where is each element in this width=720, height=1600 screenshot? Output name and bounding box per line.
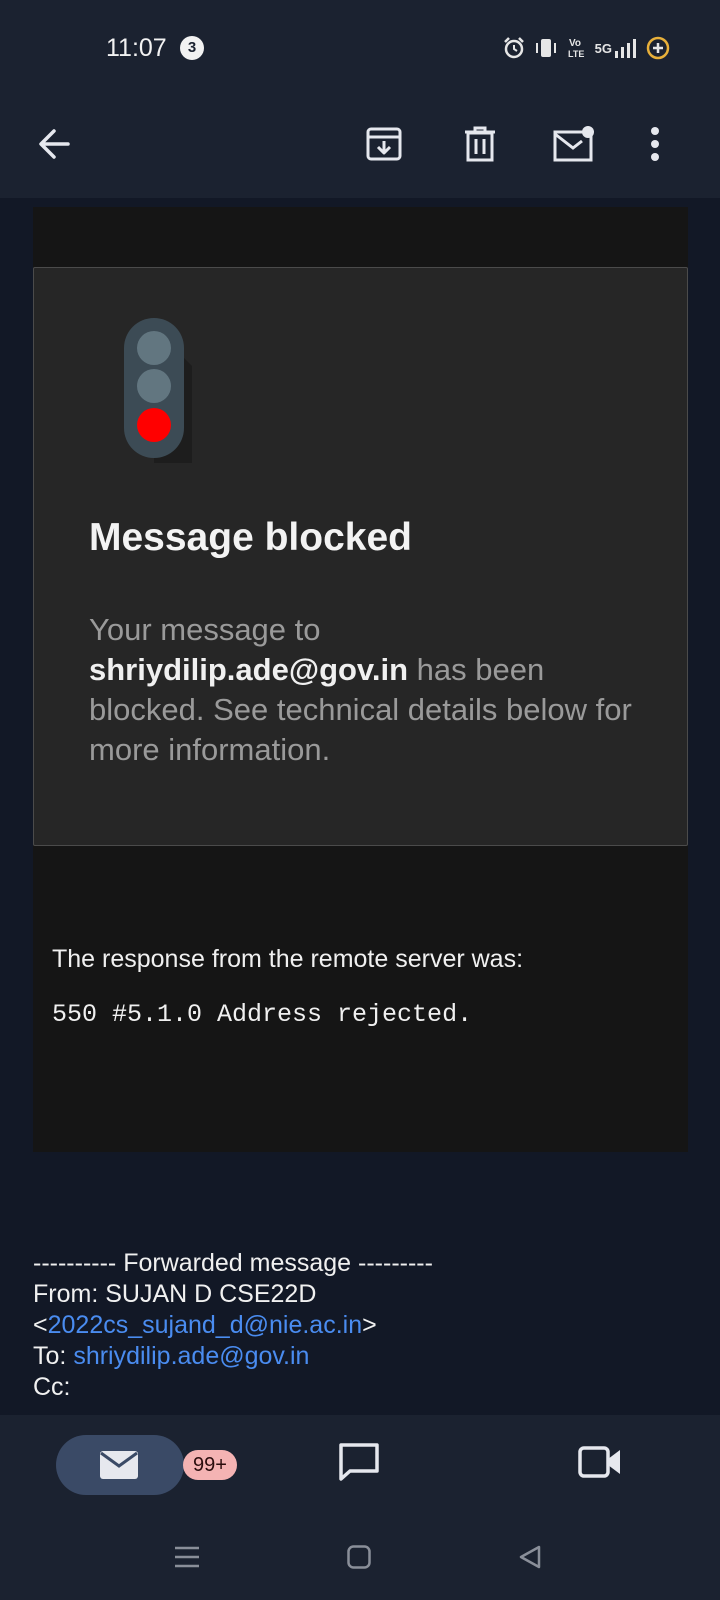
mail-unread-badge: 99+ bbox=[183, 1450, 237, 1480]
mail-icon bbox=[100, 1451, 138, 1479]
from-email-link[interactable]: 2022cs_sujand_d@nie.ac.in bbox=[48, 1311, 363, 1339]
home-icon[interactable] bbox=[347, 1545, 371, 1569]
volte-icon: Vo LTE bbox=[568, 38, 584, 59]
nav-chat-tab[interactable] bbox=[338, 1442, 380, 1487]
status-bar: 11:07 3 Vo LTE 5G bbox=[0, 0, 720, 90]
status-icons: Vo LTE 5G bbox=[503, 33, 670, 63]
blocked-recipient: shriydilip.ade@gov.in bbox=[89, 652, 409, 687]
to-label: To: bbox=[33, 1342, 67, 1370]
forwarded-to: To: shriydilip.ade@gov.in bbox=[33, 1341, 433, 1372]
mark-unread-button[interactable] bbox=[544, 114, 604, 174]
back-button[interactable] bbox=[24, 114, 84, 174]
clock: 11:07 bbox=[106, 34, 167, 62]
video-camera-icon bbox=[578, 1446, 620, 1478]
svg-text:LTE: LTE bbox=[568, 49, 584, 59]
back-arrow-icon bbox=[39, 129, 70, 159]
network-5g-label: 5G bbox=[594, 40, 612, 56]
forwarded-from: From: SUJAN D CSE22D bbox=[33, 1280, 317, 1308]
nav-mail-tab[interactable]: 99+ bbox=[56, 1435, 237, 1495]
forwarded-cc: Cc: bbox=[33, 1373, 71, 1401]
svg-text:Vo: Vo bbox=[569, 38, 581, 49]
trash-icon bbox=[465, 126, 495, 162]
forwarded-message-header: ---------- Forwarded message --------- F… bbox=[33, 1248, 433, 1403]
archive-button[interactable] bbox=[354, 114, 414, 174]
forwarded-separator: ---------- Forwarded message --------- bbox=[33, 1249, 433, 1277]
server-response-code: 550 #5.1.0 Address rejected. bbox=[52, 1000, 473, 1029]
blocked-notice-card: Message blocked Your message to shriydil… bbox=[33, 267, 688, 846]
signal-icon bbox=[615, 39, 636, 58]
nav-meet-tab[interactable] bbox=[578, 1445, 622, 1484]
vibrate-icon bbox=[535, 39, 556, 57]
more-vert-icon bbox=[651, 127, 659, 161]
more-options-button[interactable] bbox=[625, 114, 685, 174]
bottom-navigation: 99+ bbox=[0, 1415, 720, 1600]
top-app-bar bbox=[0, 90, 720, 198]
battery-saver-icon bbox=[646, 36, 670, 60]
chat-icon bbox=[339, 1443, 379, 1481]
alarm-icon bbox=[503, 37, 524, 59]
blocked-title: Message blocked bbox=[89, 516, 412, 559]
recent-apps-icon[interactable] bbox=[175, 1545, 199, 1569]
notification-count-badge: 3 bbox=[180, 36, 204, 60]
blocked-intro-text: Your message to bbox=[89, 612, 321, 647]
delete-button[interactable] bbox=[450, 114, 510, 174]
traffic-light-icon bbox=[124, 318, 192, 463]
forwarded-from-email-line: <2022cs_sujand_d@nie.ac.in> bbox=[33, 1311, 377, 1339]
blocked-description: Your message to shriydilip.ade@gov.in ha… bbox=[89, 610, 649, 770]
server-response-label: The response from the remote server was: bbox=[52, 945, 524, 973]
mark-unread-icon bbox=[553, 126, 594, 162]
archive-icon bbox=[366, 127, 402, 161]
to-email-link[interactable]: shriydilip.ade@gov.in bbox=[73, 1342, 309, 1370]
back-system-icon[interactable] bbox=[518, 1545, 542, 1569]
